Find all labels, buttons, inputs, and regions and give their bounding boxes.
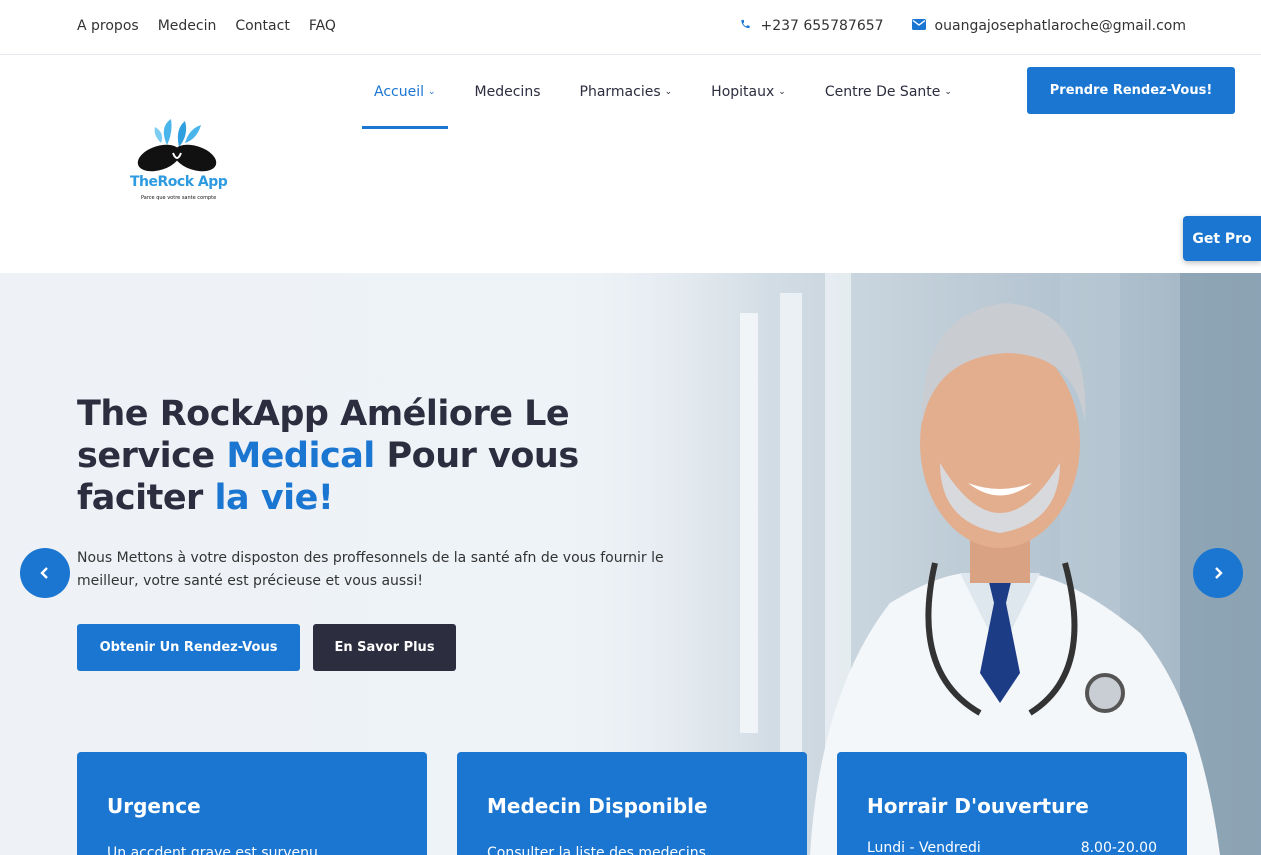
learn-more-button[interactable]: En Savor Plus: [313, 624, 456, 671]
phone-contact[interactable]: +237 655787657: [740, 18, 884, 34]
get-appointment-button[interactable]: Obtenir Un Rendez-Vous: [77, 624, 300, 671]
book-appointment-button[interactable]: Prendre Rendez-Vous!: [1027, 67, 1235, 114]
hero-title-highlight: Medical: [226, 436, 375, 476]
chevron-right-icon: [1215, 567, 1223, 579]
main-header: TheRock App Parce que votre sante compte…: [0, 55, 1261, 273]
logo-tagline: Parce que votre sante compte: [141, 195, 217, 201]
chevron-down-icon: ⌄: [778, 87, 786, 97]
top-bar: A propos Medecin Contact FAQ +237 655787…: [0, 0, 1261, 55]
logo-name: TheRock App: [130, 174, 228, 190]
hero-title: The RockApp Améliore Le service Medical …: [77, 394, 579, 518]
chevron-down-icon: ⌄: [428, 87, 436, 97]
card-title: Horrair D'ouverture: [867, 794, 1089, 818]
nav-item-hopitaux[interactable]: Hopitaux ⌄: [699, 55, 798, 129]
logo-pills-icon: [137, 119, 217, 172]
get-pro-button[interactable]: Get Pro: [1183, 216, 1261, 261]
phone-icon: [740, 18, 760, 34]
top-contact: +237 655787657 ouangajosephatlaroche@gma…: [712, 18, 1186, 34]
email-contact[interactable]: ouangajosephatlaroche@gmail.com: [911, 18, 1186, 34]
top-link-contact[interactable]: Contact: [235, 18, 289, 34]
envelope-icon: [911, 18, 935, 34]
hero-description: Nous Mettons à votre disposton des proff…: [77, 550, 664, 589]
email-address: ouangajosephatlaroche@gmail.com: [934, 18, 1186, 34]
card-title: Urgence: [107, 794, 201, 818]
hero-title-highlight: la vie!: [214, 478, 334, 518]
nav-item-pharmacies[interactable]: Pharmacies ⌄: [568, 55, 685, 129]
nav-label: Pharmacies: [579, 84, 661, 100]
nav-item-medecins[interactable]: Medecins: [463, 55, 553, 129]
card-text: Consulter la liste des medecins: [487, 845, 706, 855]
hours-time: 8.00-20.00: [1080, 840, 1157, 855]
chevron-down-icon: ⌄: [944, 87, 952, 97]
card-text: Un accdent grave est survenu: [107, 845, 318, 855]
top-link-medecin[interactable]: Medecin: [158, 18, 217, 34]
nav-item-accueil[interactable]: Accueil ⌄: [362, 55, 448, 129]
hero-slider: The RockApp Améliore Le service Medical …: [0, 273, 1261, 855]
nav-label: Accueil: [374, 84, 424, 100]
feature-card-urgence: Urgence Un accdent grave est survenu: [77, 752, 427, 855]
slider-next-button[interactable]: [1193, 548, 1243, 598]
feature-card-medecin: Medecin Disponible Consulter la liste de…: [457, 752, 807, 855]
nav-label: Hopitaux: [711, 84, 775, 100]
chevron-down-icon: ⌄: [664, 87, 673, 97]
nav-label: Medecins: [474, 84, 541, 100]
site-logo[interactable]: TheRock App Parce que votre sante compte: [127, 117, 237, 209]
top-link-a-propos[interactable]: A propos: [77, 18, 139, 34]
nav-label: Centre De Sante: [824, 84, 941, 100]
opening-hours-row: Lundi - Vendredi 8.00-20.00: [867, 840, 1157, 855]
phone-number: +237 655787657: [760, 18, 884, 34]
feature-card-horaires: Horrair D'ouverture Lundi - Vendredi 8.0…: [837, 752, 1187, 855]
top-links: A propos Medecin Contact FAQ: [77, 18, 355, 34]
chevron-left-icon: [40, 567, 48, 579]
nav-item-centre-de-sante[interactable]: Centre De Sante ⌄: [813, 55, 964, 129]
main-nav: Accueil ⌄ Medecins Pharmacies ⌄ Hopitaux…: [362, 55, 979, 129]
card-title: Medecin Disponible: [487, 794, 708, 818]
slider-prev-button[interactable]: [20, 548, 70, 598]
top-link-faq[interactable]: FAQ: [309, 18, 336, 34]
hours-day: Lundi - Vendredi: [867, 840, 981, 855]
